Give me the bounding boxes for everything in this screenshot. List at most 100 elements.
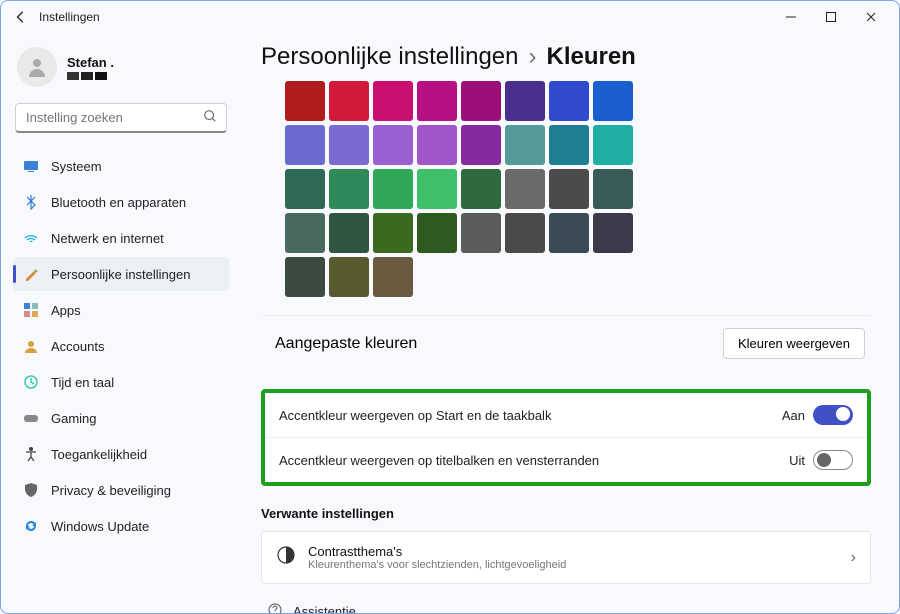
maximize-button[interactable] — [811, 3, 851, 31]
sidebar-item-toegankelijkheid[interactable]: Toegankelijkheid — [13, 437, 229, 471]
window-title: Instellingen — [39, 10, 100, 24]
color-swatch[interactable] — [593, 213, 633, 253]
breadcrumb: Persoonlijke instellingen › Kleuren — [261, 43, 871, 71]
color-swatch[interactable] — [285, 125, 325, 165]
nav-icon — [23, 302, 39, 318]
sidebar-item-gaming[interactable]: Gaming — [13, 401, 229, 435]
color-swatch[interactable] — [505, 125, 545, 165]
color-swatch[interactable] — [505, 213, 545, 253]
color-swatch[interactable] — [593, 81, 633, 121]
option-label: Accentkleur weergeven op titelbalken en … — [279, 453, 599, 468]
close-button[interactable] — [851, 3, 891, 31]
color-swatch[interactable] — [329, 125, 369, 165]
avatar — [17, 47, 57, 87]
nav-label: Systeem — [51, 159, 102, 174]
color-swatch[interactable] — [329, 213, 369, 253]
color-swatch[interactable] — [373, 257, 413, 297]
toggle[interactable] — [813, 405, 853, 425]
nav-icon — [23, 230, 39, 246]
nav-label: Gaming — [51, 411, 97, 426]
color-swatch-grid — [285, 81, 871, 297]
sidebar-item-accounts[interactable]: Accounts — [13, 329, 229, 363]
color-swatch[interactable] — [417, 125, 457, 165]
nav-label: Privacy & beveiliging — [51, 483, 171, 498]
user-block[interactable]: Stefan . — [13, 41, 229, 99]
chevron-right-icon: › — [851, 549, 856, 567]
toggle[interactable] — [813, 450, 853, 470]
color-swatch[interactable] — [373, 125, 413, 165]
color-swatch[interactable] — [593, 169, 633, 209]
nav-icon — [23, 266, 39, 282]
nav-label: Accounts — [51, 339, 104, 354]
card-title: Contrastthema's — [308, 544, 566, 559]
search-input[interactable] — [15, 103, 227, 133]
custom-colors-row: Aangepaste kleuren Kleuren weergeven — [261, 315, 871, 371]
toggle-state: Uit — [789, 453, 805, 468]
titlebar: Instellingen — [1, 1, 899, 33]
sidebar-item-bluetooth-en-apparaten[interactable]: Bluetooth en apparaten — [13, 185, 229, 219]
color-swatch[interactable] — [461, 169, 501, 209]
color-swatch[interactable] — [329, 81, 369, 121]
search-icon — [203, 109, 217, 128]
sidebar-item-windows-update[interactable]: Windows Update — [13, 509, 229, 543]
nav-label: Bluetooth en apparaten — [51, 195, 186, 210]
sidebar-item-tijd-en-taal[interactable]: Tijd en taal — [13, 365, 229, 399]
color-swatch[interactable] — [461, 213, 501, 253]
color-swatch[interactable] — [505, 169, 545, 209]
user-name: Stefan . — [67, 55, 114, 70]
color-swatch[interactable] — [461, 125, 501, 165]
color-swatch[interactable] — [417, 213, 457, 253]
color-swatch[interactable] — [329, 169, 369, 209]
color-swatch[interactable] — [329, 257, 369, 297]
color-swatch[interactable] — [505, 81, 545, 121]
color-swatch[interactable] — [285, 257, 325, 297]
main: Persoonlijke instellingen › Kleuren Aang… — [241, 33, 899, 613]
color-swatch[interactable] — [549, 125, 589, 165]
color-swatch[interactable] — [549, 213, 589, 253]
minimize-button[interactable] — [771, 3, 811, 31]
sidebar-item-netwerk-en-internet[interactable]: Netwerk en internet — [13, 221, 229, 255]
accent-option-row: Accentkleur weergeven op Start en de taa… — [265, 393, 867, 437]
nav-icon — [23, 518, 39, 534]
color-swatch[interactable] — [549, 169, 589, 209]
color-swatch[interactable] — [373, 81, 413, 121]
sidebar-item-apps[interactable]: Apps — [13, 293, 229, 327]
color-swatch[interactable] — [549, 81, 589, 121]
contrast-icon — [276, 545, 296, 570]
toggle-state: Aan — [782, 408, 805, 423]
sidebar: Stefan . Systeem Bluetooth en apparaten Ne… — [1, 33, 241, 613]
help-links: AssistentieFeedback geven — [261, 602, 871, 613]
card-subtitle: Kleurenthema's voor slechtzienden, licht… — [308, 559, 566, 571]
breadcrumb-parent[interactable]: Persoonlijke instellingen — [261, 43, 518, 71]
option-label: Accentkleur weergeven op Start en de taa… — [279, 408, 551, 423]
nav-icon — [23, 410, 39, 426]
nav-icon — [23, 158, 39, 174]
nav-label: Apps — [51, 303, 81, 318]
nav-label: Tijd en taal — [51, 375, 114, 390]
nav-label: Netwerk en internet — [51, 231, 164, 246]
custom-colors-label: Aangepaste kleuren — [275, 335, 417, 353]
color-swatch[interactable] — [285, 213, 325, 253]
color-swatch[interactable] — [417, 169, 457, 209]
color-swatch[interactable] — [417, 81, 457, 121]
nav-icon — [23, 374, 39, 390]
nav-icon — [23, 482, 39, 498]
breadcrumb-current: Kleuren — [546, 43, 635, 71]
color-swatch[interactable] — [285, 81, 325, 121]
back-button[interactable] — [9, 5, 33, 29]
sidebar-item-privacy-beveiliging[interactable]: Privacy & beveiliging — [13, 473, 229, 507]
color-swatch[interactable] — [373, 213, 413, 253]
nav-label: Persoonlijke instellingen — [51, 267, 190, 282]
help-link[interactable]: Assistentie — [267, 602, 871, 613]
nav-label: Windows Update — [51, 519, 149, 534]
sidebar-item-systeem[interactable]: Systeem — [13, 149, 229, 183]
link-icon — [267, 602, 283, 613]
show-colors-button[interactable]: Kleuren weergeven — [723, 328, 865, 359]
color-swatch[interactable] — [373, 169, 413, 209]
contrast-themes-card[interactable]: Contrastthema's Kleurenthema's voor slec… — [261, 531, 871, 584]
color-swatch[interactable] — [285, 169, 325, 209]
sidebar-item-persoonlijke-instellingen[interactable]: Persoonlijke instellingen — [13, 257, 229, 291]
color-swatch[interactable] — [593, 125, 633, 165]
color-swatch[interactable] — [461, 81, 501, 121]
breadcrumb-sep: › — [528, 43, 536, 71]
